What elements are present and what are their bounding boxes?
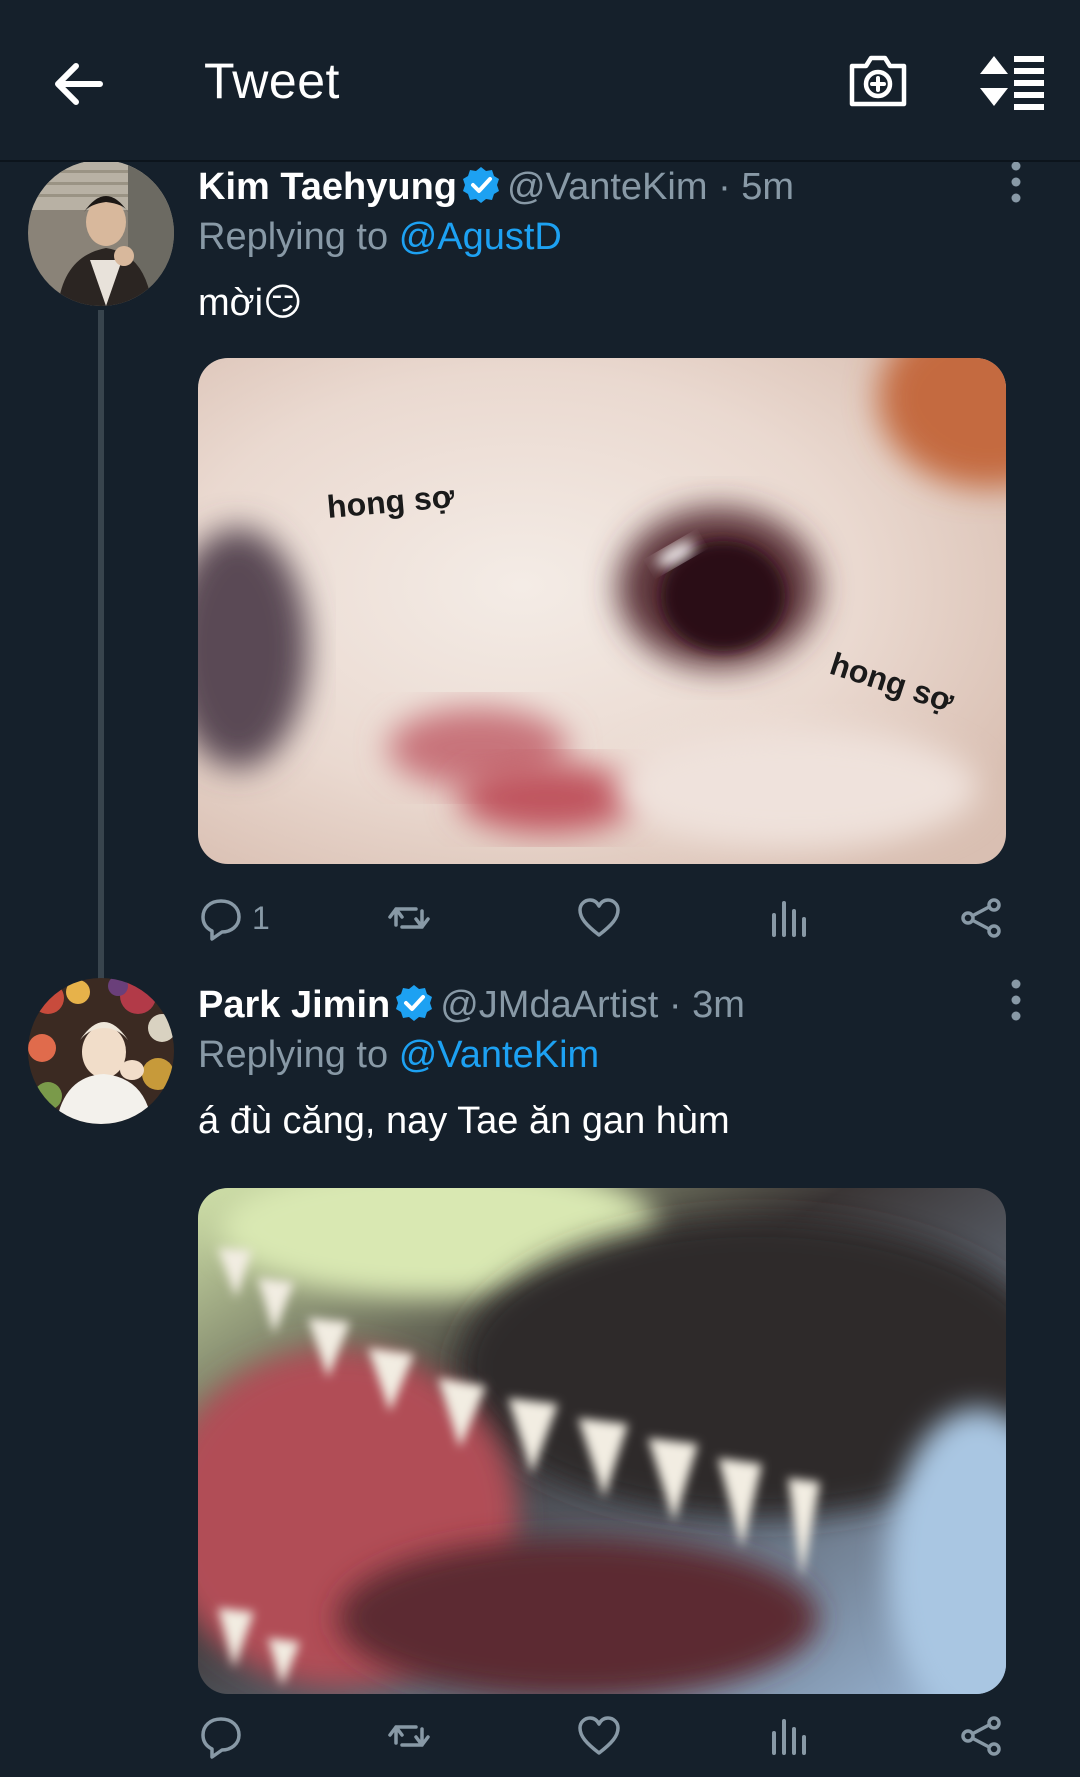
share-button[interactable] xyxy=(958,1706,1004,1766)
tweet-image[interactable] xyxy=(198,1188,1006,1694)
reply-count: 1 xyxy=(252,899,270,936)
user-handle[interactable]: @VanteKim xyxy=(507,166,708,208)
reply-icon xyxy=(201,899,241,941)
tweet-header: Park Jimin @JMdaArtist · 3m xyxy=(198,978,1040,1032)
analytics-button[interactable] xyxy=(766,888,812,948)
user-handle[interactable]: @JMdaArtist xyxy=(440,984,658,1026)
avatar-image xyxy=(28,160,174,306)
replying-to-line: Replying to @AgustD xyxy=(198,214,1040,260)
display-name[interactable]: Park Jimin xyxy=(198,984,390,1026)
tweet-actions xyxy=(198,1706,1018,1766)
tweet-actions: 1 xyxy=(198,888,1018,948)
replying-to-label: Replying to xyxy=(198,216,389,258)
more-vertical-icon xyxy=(1011,161,1021,203)
tweet[interactable]: Park Jimin @JMdaArtist · 3m Replying to … xyxy=(0,978,1080,1777)
avatar[interactable] xyxy=(28,978,174,1124)
like-button[interactable] xyxy=(576,1706,622,1766)
tweet-text: mời😏 xyxy=(198,282,303,324)
reply-icon xyxy=(201,1717,241,1759)
retweet-icon xyxy=(388,1725,430,1747)
avatar-image xyxy=(28,978,174,1124)
verified-badge-icon xyxy=(396,985,433,1021)
retweet-icon xyxy=(388,907,430,929)
heart-icon xyxy=(578,1716,620,1755)
replying-to-mention[interactable]: @VanteKim xyxy=(399,1034,600,1076)
tweet-header: Kim Taehyung @VanteKim · 5m xyxy=(198,160,1040,214)
sort-button[interactable] xyxy=(976,50,1048,114)
arrow-left-icon xyxy=(55,63,103,105)
verified-badge-icon xyxy=(463,167,499,203)
sort-icon xyxy=(980,56,1044,110)
reply-button[interactable]: 1 xyxy=(198,888,270,948)
thread-line xyxy=(98,310,104,990)
timestamp: 5m xyxy=(741,166,795,208)
cat-meme-image: hong sợ hong sợ xyxy=(198,358,1006,864)
tweet-image[interactable]: hong sợ hong sợ xyxy=(198,358,1006,864)
replying-to-mention[interactable]: @AgustD xyxy=(399,216,562,258)
share-icon xyxy=(961,1716,1001,1756)
timestamp: 3m xyxy=(692,984,745,1026)
camera-button[interactable] xyxy=(846,48,910,112)
replying-to-label: Replying to xyxy=(198,1034,389,1076)
like-button[interactable] xyxy=(576,888,622,948)
analytics-icon xyxy=(772,1719,806,1755)
retweet-button[interactable] xyxy=(386,888,432,948)
share-icon xyxy=(961,898,1001,938)
page-title: Tweet xyxy=(204,53,340,109)
tweet[interactable]: Kim Taehyung @VanteKim · 5m Replying to … xyxy=(0,160,1080,990)
replying-to-line: Replying to @VanteKim xyxy=(198,1032,1040,1078)
heart-icon xyxy=(578,898,620,937)
retweet-button[interactable] xyxy=(386,1706,432,1766)
tweet-text: á đù căng, nay Tae ăn gan hùm xyxy=(198,1100,730,1142)
separator-dot: · xyxy=(668,984,682,1026)
back-button[interactable] xyxy=(48,52,112,116)
more-vertical-icon xyxy=(1011,979,1021,1021)
more-options-button[interactable] xyxy=(1008,978,1024,1022)
teeth-meme-image xyxy=(198,1188,1006,1694)
more-options-button[interactable] xyxy=(1008,160,1024,204)
top-app-bar: Tweet xyxy=(0,0,1080,162)
share-button[interactable] xyxy=(958,888,1004,948)
reply-button[interactable] xyxy=(198,1706,252,1766)
camera-add-icon xyxy=(849,55,907,107)
avatar[interactable] xyxy=(28,160,174,306)
separator-dot: · xyxy=(718,166,731,208)
analytics-icon xyxy=(772,901,806,937)
analytics-button[interactable] xyxy=(766,1706,812,1766)
display-name[interactable]: Kim Taehyung xyxy=(198,166,457,208)
